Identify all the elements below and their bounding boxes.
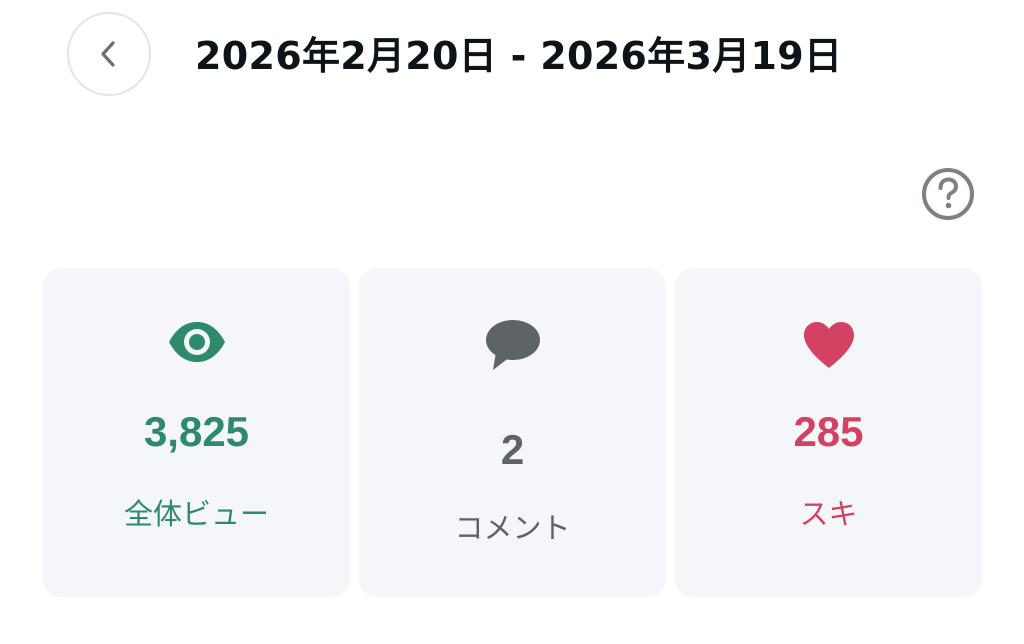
comments-stat-card: 2 コメント [359, 268, 666, 597]
chevron-left-icon [101, 41, 115, 67]
views-label: 全体ビュー [123, 497, 269, 531]
back-button[interactable] [67, 12, 151, 96]
comments-label: コメント [454, 511, 571, 545]
likes-stat-card: 285 スキ [675, 268, 982, 597]
date-range-title: 2026年2月20日 - 2026年3月19日 [195, 34, 843, 78]
likes-label: スキ [799, 497, 858, 531]
speech-bubble-icon-wrapper [359, 318, 666, 372]
eye-icon [168, 322, 225, 362]
eye-icon-wrapper [43, 320, 350, 364]
views-stat-card: 3,825 全体ビュー [43, 268, 350, 597]
views-value: 3,825 [143, 408, 250, 455]
heart-icon-wrapper [675, 320, 982, 370]
question-circle-icon [922, 168, 974, 220]
likes-value: 285 [793, 408, 864, 455]
help-button[interactable] [920, 166, 976, 222]
speech-bubble-icon [485, 320, 540, 370]
comments-value: 2 [500, 426, 525, 473]
heart-icon [803, 322, 854, 368]
